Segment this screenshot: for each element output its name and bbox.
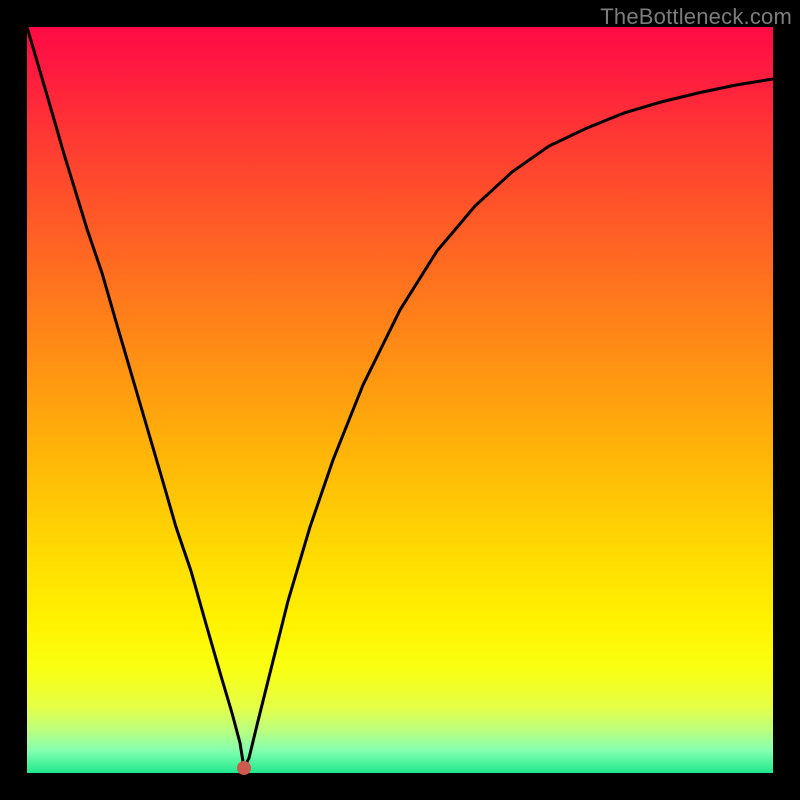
watermark-text: TheBottleneck.com [600,4,792,30]
optimal-marker [237,761,251,775]
bottleneck-curve [27,27,773,773]
curve-path [27,27,773,768]
chart-frame: TheBottleneck.com [0,0,800,800]
plot-area [27,27,773,773]
